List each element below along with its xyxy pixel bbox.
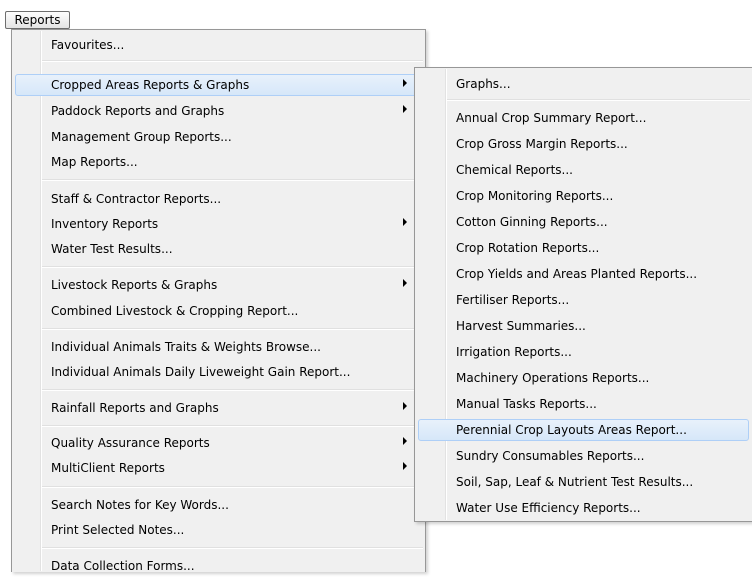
menu-item-label: Harvest Summaries... [456,319,586,333]
menu-item-label: Chemical Reports... [456,163,573,177]
menu-item-label: Fertiliser Reports... [456,293,570,307]
submenu-item-graphs[interactable]: Graphs... [418,73,749,95]
submenu-item-crop-gross-margin[interactable]: Crop Gross Margin Reports... [418,133,749,155]
menu-item-label: Graphs... [456,77,511,91]
submenu-item-harvest-summaries[interactable]: Harvest Summaries... [418,315,749,337]
menu-item-water-test-results[interactable]: Water Test Results... [15,238,422,260]
menu-item-label: Inventory Reports [51,217,159,231]
menu-item-rainfall-reports[interactable]: Rainfall Reports and Graphs [15,397,422,419]
menu-item-management-group-reports[interactable]: Management Group Reports... [15,126,422,148]
menu-item-label: MultiClient Reports [51,461,165,475]
menu-item-label: Map Reports... [51,155,138,169]
menu-item-label: Individual Animals Traits & Weights Brow… [51,340,321,354]
submenu-item-sundry-consumables[interactable]: Sundry Consumables Reports... [418,445,749,467]
menu-item-label: Favourites... [51,38,125,52]
chevron-right-icon [403,402,407,410]
menu-separator [42,547,423,549]
submenu-item-fertiliser-reports[interactable]: Fertiliser Reports... [418,289,749,311]
chevron-right-icon [403,279,407,287]
menu-item-print-selected-notes[interactable]: Print Selected Notes... [15,519,422,541]
submenu-item-chemical-reports[interactable]: Chemical Reports... [418,159,749,181]
chevron-right-icon [403,79,407,87]
submenu-item-water-use-efficiency[interactable]: Water Use Efficiency Reports... [418,497,749,519]
chevron-right-icon [403,437,407,445]
cropped-areas-submenu: Graphs... Annual Crop Summary Report... … [414,67,752,522]
menu-separator [42,425,423,427]
menu-separator [42,266,423,268]
chevron-right-icon [403,105,407,113]
submenu-item-machinery-operations[interactable]: Machinery Operations Reports... [418,367,749,389]
submenu-item-manual-tasks[interactable]: Manual Tasks Reports... [418,393,749,415]
menu-item-livestock-reports[interactable]: Livestock Reports & Graphs [15,274,422,296]
submenu-item-perennial-crop-layouts[interactable]: Perennial Crop Layouts Areas Report... [418,419,749,441]
menu-separator [42,486,423,488]
menu-separator [42,389,423,391]
menu-item-map-reports[interactable]: Map Reports... [15,151,422,173]
menu-item-label: Crop Gross Margin Reports... [456,137,628,151]
menu-item-label: Rainfall Reports and Graphs [51,401,219,415]
menu-item-label: Manual Tasks Reports... [456,397,597,411]
menu-item-combined-livestock-cropping[interactable]: Combined Livestock & Cropping Report... [15,300,422,322]
menu-item-data-collection-forms[interactable]: Data Collection Forms... [15,555,422,577]
menu-separator [42,179,423,181]
submenu-item-crop-yields[interactable]: Crop Yields and Areas Planted Reports... [418,263,749,285]
menu-item-label: Quality Assurance Reports [51,436,210,450]
submenu-item-irrigation-reports[interactable]: Irrigation Reports... [418,341,749,363]
menu-item-label: Water Test Results... [51,242,173,256]
menu-item-label: Crop Rotation Reports... [456,241,600,255]
menu-item-paddock-reports[interactable]: Paddock Reports and Graphs [15,100,422,122]
menu-item-label: Machinery Operations Reports... [456,371,650,385]
menu-item-label: Crop Monitoring Reports... [456,189,614,203]
menu-item-label: Cropped Areas Reports & Graphs [51,78,250,92]
menu-item-label: Management Group Reports... [51,130,232,144]
menu-item-label: Water Use Efficiency Reports... [456,501,641,515]
menu-item-label: Irrigation Reports... [456,345,572,359]
submenu-item-annual-crop-summary[interactable]: Annual Crop Summary Report... [418,107,749,129]
menu-item-label: Paddock Reports and Graphs [51,104,225,118]
chevron-right-icon [403,462,407,470]
menu-item-inventory-reports[interactable]: Inventory Reports [15,213,422,235]
menu-item-animal-liveweight-gain[interactable]: Individual Animals Daily Liveweight Gain… [15,361,422,383]
menu-item-favourites[interactable]: Favourites... [15,34,422,56]
menu-item-label: Crop Yields and Areas Planted Reports... [456,267,698,281]
menu-item-label: Search Notes for Key Words... [51,498,229,512]
menu-item-label: Staff & Contractor Reports... [51,192,222,206]
reports-menu: Favourites... Cropped Areas Reports & Gr… [11,29,426,573]
submenu-item-soil-sap-leaf-tests[interactable]: Soil, Sap, Leaf & Nutrient Test Results.… [418,471,749,493]
submenu-item-crop-rotation[interactable]: Crop Rotation Reports... [418,237,749,259]
menu-item-label: Cotton Ginning Reports... [456,215,608,229]
menu-separator [42,328,423,330]
menu-item-label: Print Selected Notes... [51,523,185,537]
menu-item-staff-contractor-reports[interactable]: Staff & Contractor Reports... [15,188,422,210]
chevron-right-icon [403,218,407,226]
menu-item-label: Combined Livestock & Cropping Report... [51,304,299,318]
menu-item-label: Soil, Sap, Leaf & Nutrient Test Results.… [456,475,694,489]
menu-item-label: Perennial Crop Layouts Areas Report... [456,423,687,437]
menu-item-label: Sundry Consumables Reports... [456,449,645,463]
menu-item-cropped-areas-reports[interactable]: Cropped Areas Reports & Graphs [15,74,422,96]
reports-menu-button[interactable]: Reports [5,11,70,29]
menu-item-search-notes[interactable]: Search Notes for Key Words... [15,494,422,516]
menu-item-label: Annual Crop Summary Report... [456,111,647,125]
menu-item-multiclient-reports[interactable]: MultiClient Reports [15,457,422,479]
menu-item-quality-assurance-reports[interactable]: Quality Assurance Reports [15,432,422,454]
menu-separator [447,99,750,101]
menu-item-label: Livestock Reports & Graphs [51,278,218,292]
menu-item-label: Data Collection Forms... [51,559,195,573]
menu-separator [42,60,423,62]
submenu-item-cotton-ginning[interactable]: Cotton Ginning Reports... [418,211,749,233]
menu-item-animal-traits-browse[interactable]: Individual Animals Traits & Weights Brow… [15,336,422,358]
menu-item-label: Individual Animals Daily Liveweight Gain… [51,365,351,379]
submenu-item-crop-monitoring[interactable]: Crop Monitoring Reports... [418,185,749,207]
